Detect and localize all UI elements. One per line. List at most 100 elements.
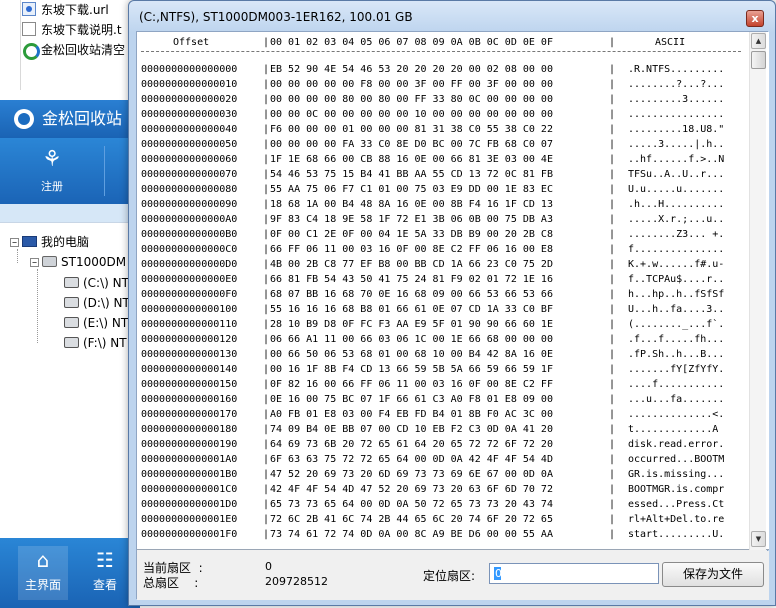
hex-row[interactable]: 00000000000000B0 | 0F 00 C1 2E 0F 00 04 1E…: [137, 227, 749, 242]
nav-home-button[interactable]: ⌂ 主界面: [18, 546, 68, 600]
row-hex-bytes: 64 69 73 6B 20 72 65 61 64 20 65 72 72 6…: [270, 439, 553, 450]
column-separator: |: [263, 394, 270, 405]
row-hex-bytes: 73 74 61 72 74 0D 0A 00 8C A9 BE D6 00 0…: [270, 529, 553, 540]
column-separator: |: [263, 499, 270, 510]
row-ascii: .........3......: [628, 94, 725, 105]
tree-node-drive[interactable]: (E:\) NT: [64, 313, 128, 333]
row-hex-bytes: 72 6C 2B 41 6C 74 2B 44 65 6C 20 74 6F 2…: [270, 514, 553, 525]
vertical-scrollbar[interactable]: ▲ ▼: [749, 32, 766, 550]
hex-row[interactable]: 00000000000000F0 | 68 07 BB 16 68 70 0E 16…: [137, 287, 749, 302]
hex-row[interactable]: 0000000000000180 | 74 09 B4 0E BB 07 00 CD…: [137, 422, 749, 437]
hex-row[interactable]: 00000000000001B0 | 47 52 20 69 73 20 6D 69…: [137, 467, 749, 482]
hex-row[interactable]: 00000000000001A0 | 6F 63 63 75 72 72 65 64…: [137, 452, 749, 467]
row-hex-bytes: EB 52 90 4E 54 46 53 20 20 20 20 00 02 0…: [270, 64, 553, 75]
hex-row[interactable]: 00000000000001F0 | 73 74 61 72 74 0D 0A 00…: [137, 527, 749, 542]
column-separator: |: [263, 424, 270, 435]
file-name: 东坡下载说明.t: [41, 23, 122, 37]
column-separator: |: [263, 229, 270, 240]
arrow-down-icon: ▼: [755, 535, 762, 543]
dialog-titlebar[interactable]: (C:,NTFS), ST1000DM003-1ER162, 100.01 GB…: [129, 1, 775, 33]
row-offset: 00000000000000D0: [141, 259, 238, 270]
hex-row[interactable]: 0000000000000160 | 0E 16 00 75 BC 07 1F 66…: [137, 392, 749, 407]
hex-row[interactable]: 0000000000000000 | EB 52 90 4E 54 46 53 20…: [137, 62, 749, 77]
tree-node-label: (E:\) NT: [83, 316, 129, 330]
row-offset: 00000000000001F0: [141, 529, 238, 540]
hex-row[interactable]: 0000000000000030 | 00 00 0C 00 00 00 00 00…: [137, 107, 749, 122]
scroll-thumb[interactable]: [751, 51, 766, 69]
hex-row[interactable]: 0000000000000040 | F6 00 00 00 01 00 00 00…: [137, 122, 749, 137]
hex-row[interactable]: 0000000000000070 | 54 46 53 75 15 B4 41 BB…: [137, 167, 749, 182]
hex-row[interactable]: 0000000000000010 | 00 00 00 00 00 F8 00 00…: [137, 77, 749, 92]
hex-row[interactable]: 0000000000000130 | 00 66 50 06 53 68 01 00…: [137, 347, 749, 362]
row-ascii: ...u...fa.......: [628, 394, 725, 405]
hex-row[interactable]: 0000000000000050 | 00 00 00 00 FA 33 C0 8E…: [137, 137, 749, 152]
url-file-icon: [22, 2, 36, 16]
goto-sector-input[interactable]: 0: [489, 563, 659, 584]
byte-columns-header: 00 01 02 03 04 05 06 07 08 09 0A 0B 0C 0…: [270, 37, 553, 48]
tree-node-drive[interactable]: (C:\) NT: [64, 273, 129, 293]
hex-row[interactable]: 00000000000001D0 | 65 73 73 65 64 00 0D 0A…: [137, 497, 749, 512]
file-name: 金松回收站清空: [41, 43, 126, 57]
column-separator: |: [609, 184, 616, 195]
scroll-down-button[interactable]: ▼: [751, 531, 766, 547]
column-separator: |: [263, 139, 270, 150]
column-separator: |: [609, 499, 616, 510]
column-separator: |: [263, 484, 270, 495]
row-ascii: ........Z3... +.: [628, 229, 725, 240]
hex-row[interactable]: 0000000000000140 | 00 16 1F 8B F4 CD 13 66…: [137, 362, 749, 377]
hex-row[interactable]: 0000000000000090 | 18 68 1A 00 B4 48 8A 16…: [137, 197, 749, 212]
hex-row[interactable]: 0000000000000190 | 64 69 73 6B 20 72 65 61…: [137, 437, 749, 452]
register-button[interactable]: ⚘ 注册: [22, 144, 82, 198]
column-separator: |: [263, 304, 270, 315]
hex-row[interactable]: 0000000000000100 | 55 16 16 16 68 B8 01 66…: [137, 302, 749, 317]
column-separator: |: [263, 154, 270, 165]
nav-view-button[interactable]: ☷ 查看: [80, 546, 130, 600]
scroll-up-button[interactable]: ▲: [751, 33, 766, 49]
column-separator: |: [609, 364, 616, 375]
hex-row[interactable]: 0000000000000170 | A0 FB 01 E8 03 00 F4 EB…: [137, 407, 749, 422]
row-hex-bytes: 1F 1E 68 66 00 CB 88 16 0E 00 66 81 3E 0…: [270, 154, 553, 165]
save-to-file-button[interactable]: 保存为文件: [662, 562, 764, 587]
column-separator: |: [263, 184, 270, 195]
hex-row[interactable]: 0000000000000060 | 1F 1E 68 66 00 CB 88 16…: [137, 152, 749, 167]
drive-tree: − 我的电脑 − ST1000DM (C:\) NT (D:\) NT (E:\) …: [0, 222, 140, 540]
tree-node-computer[interactable]: − 我的电脑: [10, 232, 89, 252]
column-divider: [20, 0, 21, 90]
column-separator: |: [263, 319, 270, 330]
row-hex-bytes: 00 16 1F 8B F4 CD 13 66 59 5B 5A 66 59 6…: [270, 364, 553, 375]
hex-row[interactable]: 0000000000000150 | 0F 82 16 00 66 FF 06 11…: [137, 377, 749, 392]
tree-node-disk[interactable]: − ST1000DM: [30, 252, 126, 272]
column-separator: |: [609, 529, 616, 540]
hex-row[interactable]: 0000000000000080 | 55 AA 75 06 F7 C1 01 00…: [137, 182, 749, 197]
tree-node-drive[interactable]: (D:\) NT: [64, 293, 130, 313]
column-separator: |: [263, 439, 270, 450]
row-ascii: TFSu..A..U..r...: [628, 169, 725, 180]
row-hex-bytes: 18 68 1A 00 B4 48 8A 16 0E 00 8B F4 16 1…: [270, 199, 553, 210]
row-ascii: .R.NTFS.........: [628, 64, 725, 75]
close-button[interactable]: x: [746, 10, 764, 27]
hex-row[interactable]: 00000000000000D0 | 4B 00 2B C8 77 EF B8 00…: [137, 257, 749, 272]
column-separator: |: [609, 439, 616, 450]
hex-row[interactable]: 00000000000000C0 | 66 FF 06 11 00 03 16 0F…: [137, 242, 749, 257]
hex-row[interactable]: 00000000000001C0 | 42 4F 4F 54 4D 47 52 20…: [137, 482, 749, 497]
row-ascii: K.+.w......f#.u-: [628, 259, 725, 270]
hex-row[interactable]: 0000000000000020 | 00 00 00 00 80 00 80 00…: [137, 92, 749, 107]
collapse-toggle-icon[interactable]: −: [10, 238, 19, 247]
hex-view[interactable]: Offset | 00 01 02 03 04 05 06 07 08 09 0…: [137, 32, 769, 550]
document-search-icon: ☷: [96, 548, 114, 572]
hex-row[interactable]: 00000000000001E0 | 72 6C 2B 41 6C 74 2B 44…: [137, 512, 749, 527]
row-hex-bytes: 4B 00 2B C8 77 EF B8 00 BB CD 1A 66 23 C…: [270, 259, 553, 270]
hex-row[interactable]: 00000000000000E0 | 66 81 FB 54 43 50 41 75…: [137, 272, 749, 287]
explorer-file-list: 东坡下载.url 东坡下载说明.t 金松回收站清空: [0, 0, 140, 100]
hex-row[interactable]: 00000000000000A0 | 9F 83 C4 18 9E 58 1F 72…: [137, 212, 749, 227]
row-ascii: U...h..fa....3..: [628, 304, 725, 315]
row-offset: 0000000000000090: [141, 199, 238, 210]
collapse-toggle-icon[interactable]: −: [30, 258, 39, 267]
row-offset: 00000000000001B0: [141, 469, 238, 480]
row-hex-bytes: 00 66 50 06 53 68 01 00 68 10 00 B4 42 8…: [270, 349, 553, 360]
app-toolbar: ⚘ 注册: [0, 138, 140, 204]
hex-row[interactable]: 0000000000000110 | 28 10 B9 D8 0F FC F3 AA…: [137, 317, 749, 332]
tree-node-drive[interactable]: (F:\) NT: [64, 333, 127, 353]
hex-row[interactable]: 0000000000000120 | 06 66 A1 11 00 66 03 06…: [137, 332, 749, 347]
column-separator: |: [609, 304, 616, 315]
